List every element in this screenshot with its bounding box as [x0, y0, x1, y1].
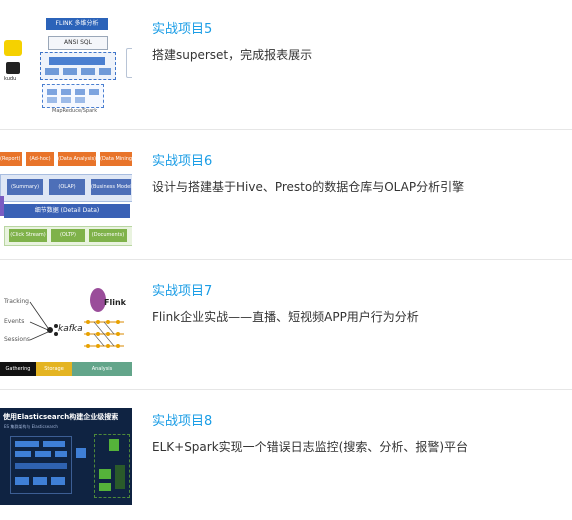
project-title-8[interactable]: 实战项目8 — [152, 410, 212, 429]
thumb5-cluster — [42, 84, 104, 108]
project-item-5[interactable]: FLINK 多维分析 ANSI SQL MapReduce/Spark kudu… — [0, 0, 572, 130]
project-thumbnail-7[interactable]: Tracking Events Sessions kafka Flink Gat… — [0, 276, 132, 384]
thumb5-db-icon — [4, 40, 22, 56]
project-thumbnail-6[interactable]: (Report) (Ad-hoc) (Data Analysis) (Data … — [0, 148, 132, 256]
project-item-6[interactable]: (Report) (Ad-hoc) (Data Analysis) (Data … — [0, 130, 572, 260]
thumb5-header: FLINK 多维分析 — [46, 18, 108, 30]
thumb6-bottom-panel: (Click Stream) (OLTP) (Documents) — [4, 226, 132, 246]
thumb5-kudu-icon — [6, 62, 20, 74]
project-title-7[interactable]: 实战项目7 — [152, 280, 212, 299]
project-item-7[interactable]: Tracking Events Sessions kafka Flink Gat… — [0, 260, 572, 390]
thumb8-arch-right — [94, 434, 130, 498]
thumb6-top-1: (Report) — [0, 152, 22, 166]
project-title-6[interactable]: 实战项目6 — [152, 150, 212, 169]
thumb7-footer-3: Analysis — [72, 362, 132, 376]
thumb6-detail-bar: 细节数据 (Detail Data) — [4, 204, 130, 218]
project-desc-6: 设计与搭建基于Hive、Presto的数据仓库与OLAP分析引擎 — [152, 180, 465, 194]
thumb5-footer: MapReduce/Spark — [52, 108, 98, 114]
project-item-8[interactable]: 使用Elasticsearch构建企业级搜索 ES 集群架构与 Elastics… — [0, 390, 572, 520]
thumb7-footer-2: Storage — [36, 362, 72, 376]
project-desc-5: 搭建superset，完成报表展示 — [152, 48, 313, 62]
thumb8-arch-left — [10, 436, 72, 494]
thumb7-flink-label: Flink — [104, 298, 126, 307]
project-thumbnail-8[interactable]: 使用Elasticsearch构建企业级搜索 ES 集群架构与 Elastics… — [0, 408, 132, 505]
thumb5-side-panel — [126, 48, 132, 78]
thumb6-side-accent — [0, 196, 4, 216]
thumb7-kafka-label: kafka — [58, 324, 83, 334]
project-desc-8: ELK+Spark实现一个错误日志监控(搜索、分析、报警)平台 — [152, 440, 469, 454]
thumb5-left-label: kudu — [4, 76, 17, 82]
thumb5-engine — [40, 52, 116, 80]
thumb6-top-4: (Data Mining) — [100, 152, 132, 166]
thumb6-top-3: (Data Analysis) — [58, 152, 96, 166]
project-thumbnail-5[interactable]: FLINK 多维分析 ANSI SQL MapReduce/Spark kudu — [0, 8, 132, 116]
thumb6-mid-panel: (Summary) (OLAP) (Business Model) — [0, 174, 132, 202]
thumb7-footer-1: Gathering — [0, 362, 36, 376]
thumb8-sub: ES 集群架构与 Elasticsearch — [4, 424, 58, 429]
thumb8-header: 使用Elasticsearch构建企业级搜索 — [3, 413, 119, 421]
thumb6-top-2: (Ad-hoc) — [26, 152, 54, 166]
thumb5-sql-box: ANSI SQL — [48, 36, 108, 50]
project-title-5[interactable]: 实战项目5 — [152, 18, 212, 37]
thumb8-node — [76, 448, 86, 458]
project-desc-7: Flink企业实战——直播、短视频APP用户行为分析 — [152, 310, 419, 324]
